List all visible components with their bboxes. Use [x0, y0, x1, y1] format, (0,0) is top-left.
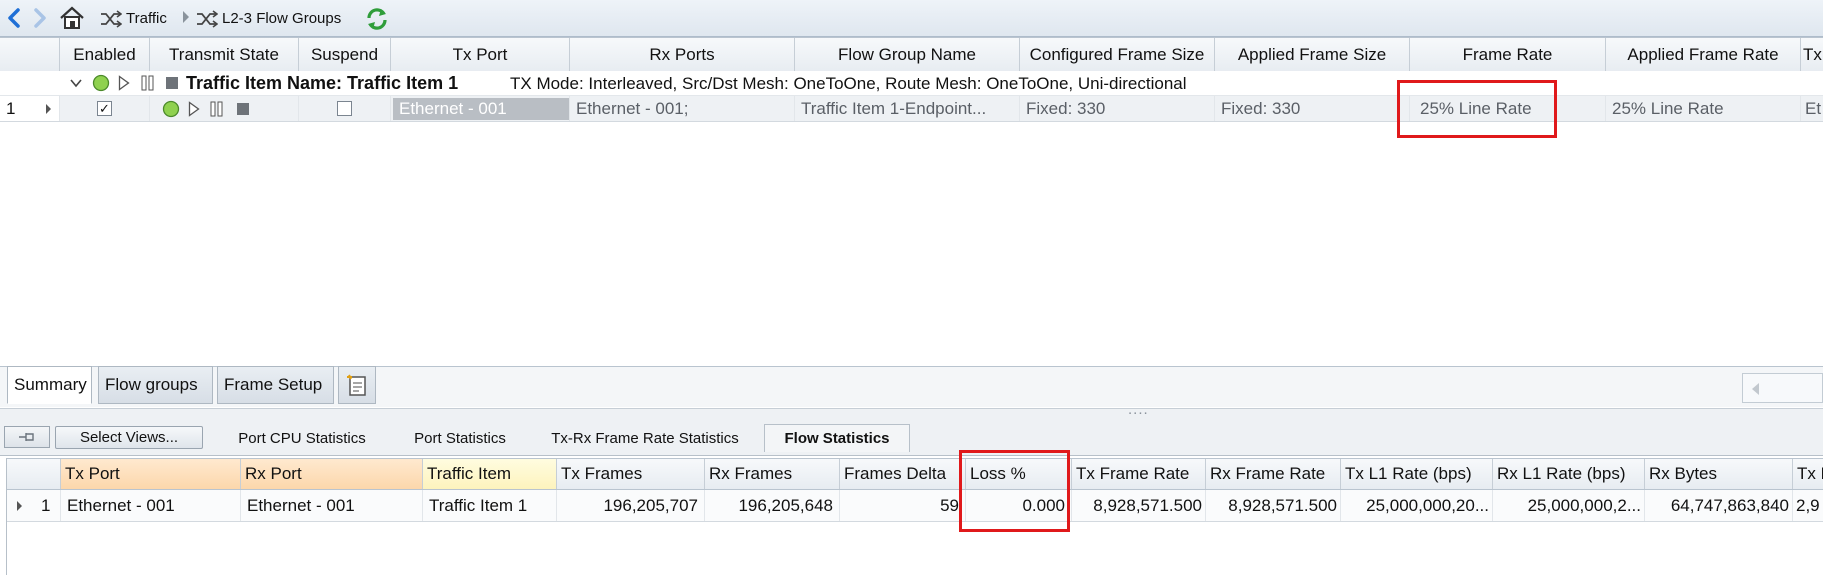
column-header-traffic-item[interactable]: Traffic Item	[423, 459, 557, 489]
stats-rx-bytes-cell: 64,747,863,840	[1645, 490, 1793, 521]
row-header-corner	[0, 38, 60, 72]
row-index-cell: 1	[0, 96, 60, 121]
pause-icon[interactable]	[141, 75, 155, 91]
stats-tx-l1-rate-cell: 25,000,000,20...	[1341, 490, 1493, 521]
suspend-checkbox[interactable]	[337, 101, 352, 116]
column-header-suspend[interactable]: Suspend	[299, 38, 391, 72]
stats-rx-frame-rate-cell: 8,928,571.500	[1206, 490, 1341, 521]
applied-frame-rate-cell: 25% Line Rate	[1606, 96, 1801, 121]
new-tab-button[interactable]	[338, 366, 376, 404]
breadcrumb-item-l2-3-flow-groups[interactable]: L2-3 Flow Groups	[196, 0, 341, 37]
column-header-rx-port[interactable]: Rx Port	[241, 459, 423, 489]
stats-traffic-item-cell: Traffic Item 1	[423, 490, 557, 521]
stop-icon[interactable]	[236, 102, 250, 116]
column-header-tx-port[interactable]: Tx Port	[61, 459, 241, 489]
forward-arrow-icon[interactable]	[30, 8, 50, 28]
pin-button[interactable]	[4, 426, 50, 448]
new-tab-icon	[346, 373, 368, 397]
frame-rate-highlight-box	[1397, 80, 1557, 138]
stop-icon[interactable]	[165, 76, 179, 90]
traffic-shuffle-icon	[196, 9, 218, 28]
stats-tx-frames-cell: 196,205,707	[557, 490, 705, 521]
stats-rx-port-cell: Ethernet - 001	[241, 490, 423, 521]
status-green-icon	[162, 100, 180, 118]
stats-rx-l1-rate-cell: 25,000,000,2...	[1493, 490, 1645, 521]
stats-tx-r-cell: 2,9	[1796, 495, 1820, 515]
home-icon[interactable]	[58, 5, 86, 31]
row-expand-arrow-icon[interactable]	[46, 104, 51, 114]
refresh-icon[interactable]	[364, 6, 390, 32]
suspend-cell	[299, 96, 391, 121]
column-header-applied-frame-rate[interactable]: Applied Frame Rate	[1606, 38, 1801, 72]
column-header-tx-frames[interactable]: Tx Frames	[557, 459, 705, 489]
breadcrumb-label: L2-3 Flow Groups	[222, 10, 342, 27]
stats-rx-frames-cell: 196,205,648	[705, 490, 840, 521]
breadcrumb-separator-icon	[183, 11, 189, 23]
traffic-item-details: TX Mode: Interleaved, Src/Dst Mesh: OneT…	[510, 74, 1187, 93]
column-header-tx-frame-rate[interactable]: Tx Frame Rate	[1072, 459, 1206, 489]
enabled-checkbox[interactable]: ✓	[97, 101, 112, 116]
column-header-tx-l1-rate[interactable]: Tx L1 Rate (bps)	[1341, 459, 1493, 489]
column-header-applied-frame-size[interactable]: Applied Frame Size	[1215, 38, 1410, 72]
stats-grid-header: Tx Port Rx Port Traffic Item Tx Frames R…	[7, 458, 1823, 490]
tab-port-statistics[interactable]: Port Statistics	[400, 424, 520, 452]
column-header-tx-port[interactable]: Tx Port	[391, 38, 570, 72]
loss-pct-highlight-box	[959, 450, 1070, 532]
tab-flow-statistics[interactable]: Flow Statistics	[764, 424, 910, 452]
transmit-state-cell	[150, 96, 299, 121]
traffic-shuffle-icon	[100, 9, 122, 28]
column-header-transmit-state[interactable]: Transmit State	[150, 38, 299, 72]
column-header-frame-rate[interactable]: Frame Rate	[1410, 38, 1606, 72]
chevron-down-icon[interactable]	[70, 77, 82, 89]
applied-frame-size-cell: Fixed: 330	[1215, 96, 1410, 121]
stats-row-header-corner	[7, 459, 61, 489]
enabled-cell: ✓	[60, 96, 150, 121]
breadcrumb-bar: Traffic L2-3 Flow Groups	[0, 0, 1823, 37]
play-icon[interactable]	[118, 75, 130, 91]
column-header-rx-bytes[interactable]: Rx Bytes	[1645, 459, 1793, 489]
column-header-tx[interactable]: Tx	[1801, 38, 1823, 72]
horizontal-scrollbar[interactable]	[1742, 373, 1823, 403]
stats-tx-frame-rate-cell: 8,928,571.500	[1072, 490, 1206, 521]
flow-grid-header: Enabled Transmit State Suspend Tx Port R…	[0, 37, 1823, 73]
tab-port-cpu-statistics[interactable]: Port CPU Statistics	[222, 424, 382, 452]
tx-port-cell[interactable]: Ethernet - 001	[391, 96, 570, 121]
tab-frame-setup[interactable]: Frame Setup	[217, 366, 334, 404]
column-header-frames-delta[interactable]: Frames Delta	[840, 459, 966, 489]
column-header-rx-frames[interactable]: Rx Frames	[705, 459, 840, 489]
breadcrumb-item-traffic[interactable]: Traffic	[100, 0, 167, 37]
back-arrow-icon[interactable]	[4, 8, 24, 28]
splitter-grip: ....	[1128, 401, 1149, 418]
status-green-icon	[92, 74, 110, 92]
tx-cell: Et	[1805, 98, 1822, 118]
stats-tx-port-cell: Ethernet - 001	[61, 490, 241, 521]
traffic-item-name-label: Traffic Item Name: Traffic Item 1	[186, 73, 459, 93]
tab-summary[interactable]: Summary	[7, 366, 92, 404]
stats-row-index-cell: 1	[7, 490, 61, 521]
row-expand-arrow-icon[interactable]	[17, 501, 22, 511]
tab-tx-rx-frame-rate-statistics[interactable]: Tx-Rx Frame Rate Statistics	[540, 424, 750, 452]
scroll-left-arrow-icon[interactable]	[1752, 383, 1759, 395]
column-header-enabled[interactable]: Enabled	[60, 38, 150, 72]
panel-splitter[interactable]: ....	[0, 401, 1823, 420]
column-header-flow-group-name[interactable]: Flow Group Name	[795, 38, 1020, 72]
column-header-rx-frame-rate[interactable]: Rx Frame Rate	[1206, 459, 1341, 489]
column-header-configured-frame-size[interactable]: Configured Frame Size	[1020, 38, 1215, 72]
pin-icon	[18, 431, 36, 443]
stats-data-row[interactable]: 1 Ethernet - 001 Ethernet - 001 Traffic …	[7, 490, 1823, 522]
column-header-rx-ports[interactable]: Rx Ports	[570, 38, 795, 72]
flow-group-name-cell[interactable]: Traffic Item 1-Endpoint...	[795, 96, 1020, 121]
configured-frame-size-cell[interactable]: Fixed: 330	[1020, 96, 1215, 121]
pause-icon[interactable]	[210, 101, 224, 117]
column-header-tx-r[interactable]: Tx R	[1793, 459, 1823, 489]
select-views-button[interactable]: Select Views...	[55, 426, 203, 449]
tab-flow-groups[interactable]: Flow groups	[98, 366, 213, 404]
rx-ports-cell[interactable]: Ethernet - 001;	[570, 96, 795, 121]
breadcrumb-label: Traffic	[126, 10, 167, 27]
stats-frames-delta-cell: 59	[840, 490, 966, 521]
play-icon[interactable]	[188, 101, 200, 117]
column-header-rx-l1-rate[interactable]: Rx L1 Rate (bps)	[1493, 459, 1645, 489]
